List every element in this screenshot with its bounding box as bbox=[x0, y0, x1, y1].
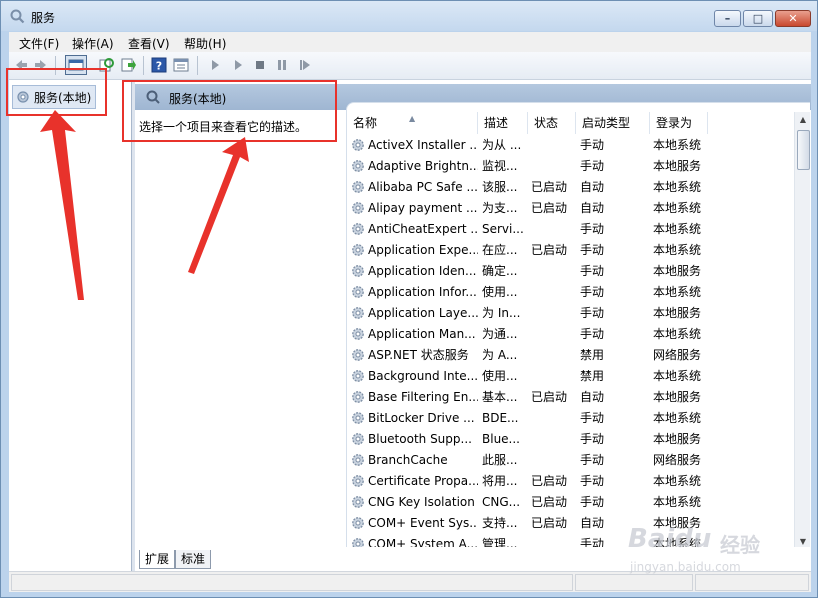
baidu-jingyan-watermark: Baidu 经验 jingyan.baidu.com bbox=[616, 522, 776, 582]
annotation-arrow-left bbox=[40, 110, 84, 300]
watermark-brand: Baidu bbox=[628, 524, 712, 554]
annotation-arrow-right bbox=[188, 137, 249, 274]
watermark-url: jingyan.baidu.com bbox=[630, 560, 741, 574]
watermark-jingyan: 经验 bbox=[720, 533, 760, 557]
annotation-arrows bbox=[40, 110, 249, 300]
